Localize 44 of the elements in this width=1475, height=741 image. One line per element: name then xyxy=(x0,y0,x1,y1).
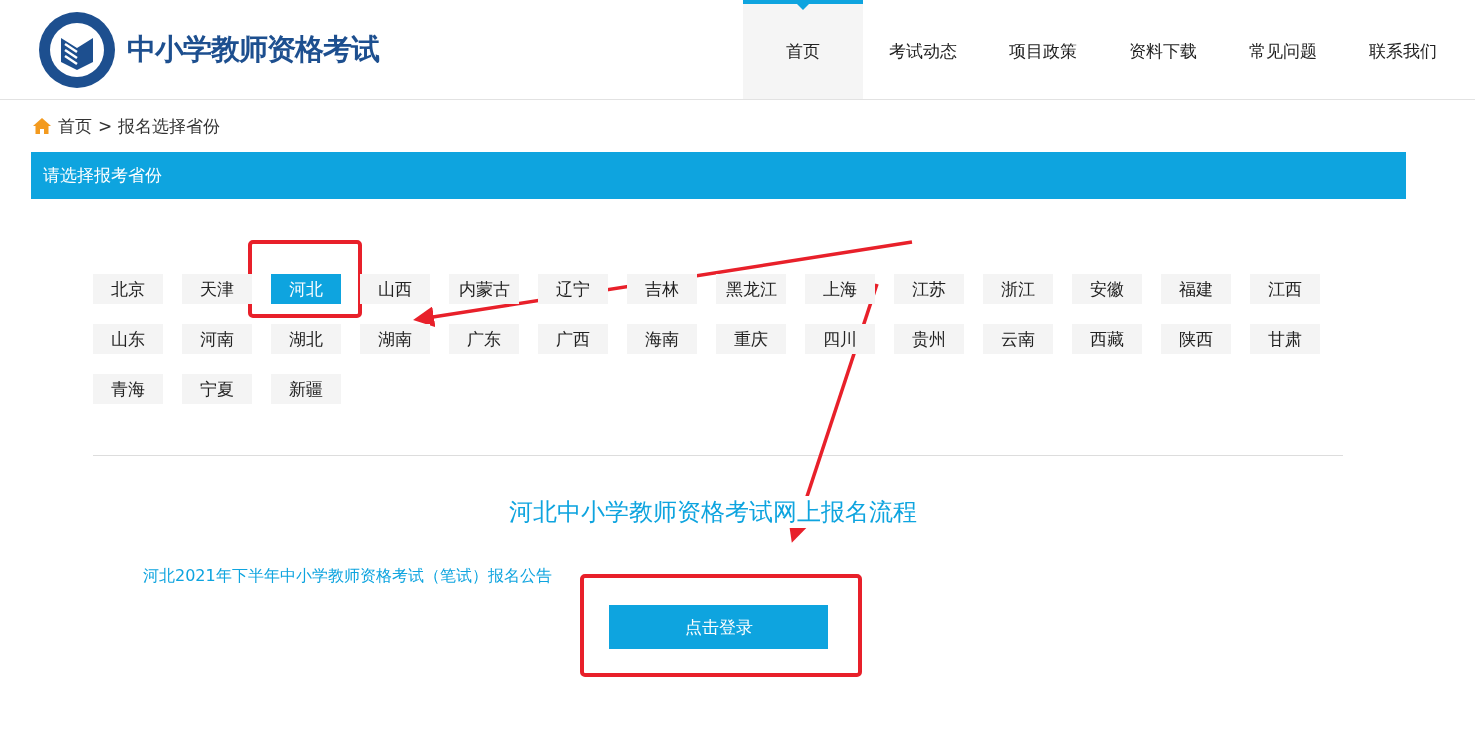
province-option[interactable]: 新疆 xyxy=(271,374,341,404)
province-option[interactable]: 天津 xyxy=(182,274,252,304)
province-option[interactable]: 云南 xyxy=(983,324,1053,354)
province-option[interactable]: 上海 xyxy=(805,274,875,304)
province-option[interactable]: 海南 xyxy=(627,324,697,354)
province-option[interactable]: 四川 xyxy=(805,324,875,354)
province-option[interactable]: 福建 xyxy=(1161,274,1231,304)
province-option[interactable]: 贵州 xyxy=(894,324,964,354)
province-option[interactable]: 北京 xyxy=(93,274,163,304)
site-title: 中小学教师资格考试 xyxy=(127,30,379,68)
province-option[interactable]: 陕西 xyxy=(1161,324,1231,354)
province-option[interactable]: 辽宁 xyxy=(538,274,608,304)
province-option[interactable]: 湖北 xyxy=(271,324,341,354)
province-option[interactable]: 山东 xyxy=(93,324,163,354)
province-option[interactable]: 重庆 xyxy=(716,324,786,354)
section-title-bar: 请选择报考省份 xyxy=(31,152,1406,199)
province-option[interactable]: 甘肃 xyxy=(1250,324,1320,354)
nav-tab[interactable]: 常见问题 xyxy=(1223,0,1343,99)
process-title: 河北中小学教师资格考试网上报名流程 xyxy=(509,496,917,528)
province-option[interactable]: 内蒙古 xyxy=(449,274,519,304)
province-option[interactable]: 江苏 xyxy=(894,274,964,304)
nav-tab[interactable]: 首页 xyxy=(743,0,863,99)
province-option[interactable]: 宁夏 xyxy=(182,374,252,404)
province-option[interactable]: 吉林 xyxy=(627,274,697,304)
province-option[interactable]: 浙江 xyxy=(983,274,1053,304)
nav-tab[interactable]: 联系我们 xyxy=(1343,0,1463,99)
province-option[interactable]: 广西 xyxy=(538,324,608,354)
province-option[interactable]: 广东 xyxy=(449,324,519,354)
nav-tab[interactable]: 资料下载 xyxy=(1103,0,1223,99)
breadcrumb-current: 报名选择省份 xyxy=(118,114,221,138)
province-option[interactable]: 湖南 xyxy=(360,324,430,354)
province-option[interactable]: 河南 xyxy=(182,324,252,354)
province-option[interactable]: 黑龙江 xyxy=(716,274,786,304)
province-option[interactable]: 安徽 xyxy=(1072,274,1142,304)
province-option[interactable]: 青海 xyxy=(93,374,163,404)
breadcrumb-separator: > xyxy=(98,116,113,136)
home-icon xyxy=(32,117,52,135)
province-option[interactable]: 山西 xyxy=(360,274,430,304)
breadcrumb-link[interactable]: 首页 xyxy=(58,114,92,138)
province-option[interactable]: 江西 xyxy=(1250,274,1320,304)
nav-tab[interactable]: 考试动态 xyxy=(863,0,983,99)
nav-tab[interactable]: 项目政策 xyxy=(983,0,1103,99)
logo-emblem-icon xyxy=(37,9,117,90)
province-option[interactable]: 西藏 xyxy=(1072,324,1142,354)
